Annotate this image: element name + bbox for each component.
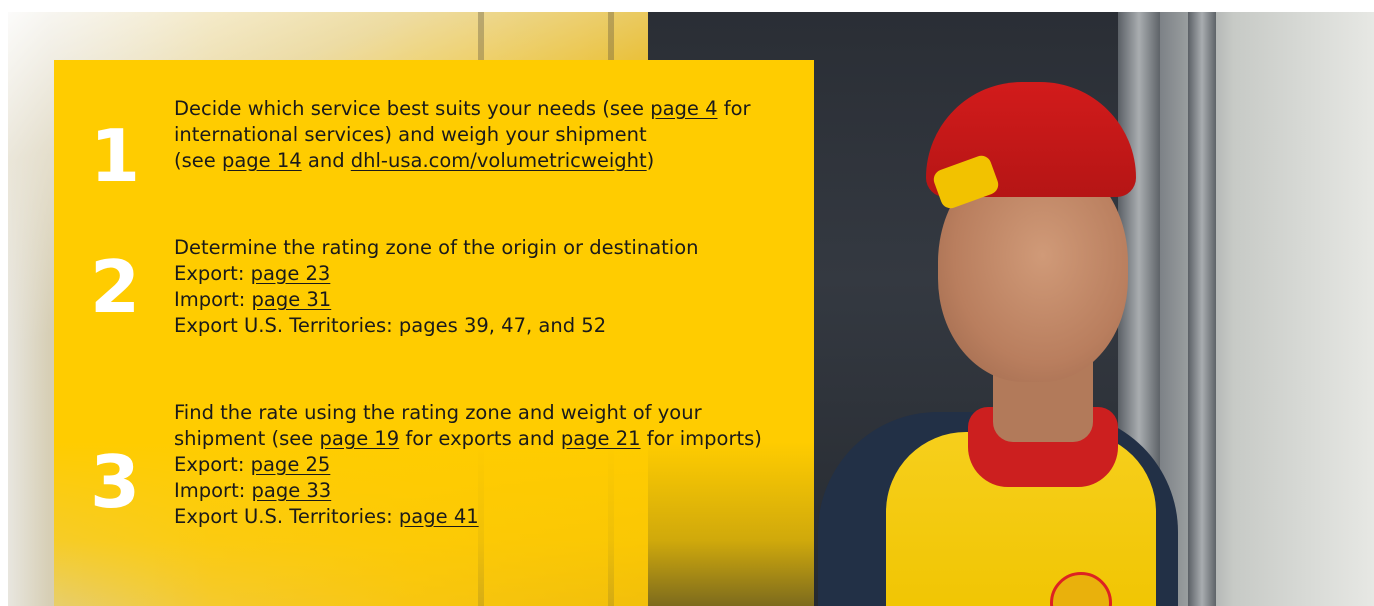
text: Export U.S. Territories: bbox=[174, 505, 399, 528]
page-25-link[interactable]: page 25 bbox=[251, 453, 331, 476]
text: and bbox=[301, 149, 351, 172]
page-31-link[interactable]: page 31 bbox=[252, 288, 332, 311]
step-number: 2 bbox=[90, 245, 141, 329]
text: (see bbox=[174, 149, 222, 172]
steps-panel: 1 Decide which service best suits your n… bbox=[54, 60, 814, 606]
text: Export: bbox=[174, 453, 251, 476]
page-21-link[interactable]: page 21 bbox=[561, 427, 641, 450]
step-text: Determine the rating zone of the origin … bbox=[174, 235, 809, 339]
step-line: Import: page 33 bbox=[174, 478, 809, 504]
step-line: Export: page 23 bbox=[174, 261, 809, 287]
step-line: Import: page 31 bbox=[174, 287, 809, 313]
step-line: Determine the rating zone of the origin … bbox=[174, 236, 699, 259]
step-text: Decide which service best suits your nee… bbox=[174, 96, 809, 174]
door-frame bbox=[1188, 12, 1216, 606]
text: Export: bbox=[174, 262, 251, 285]
step-line: Export U.S. Territories: page 41 bbox=[174, 504, 809, 530]
text: for imports) bbox=[640, 427, 762, 450]
text: Import: bbox=[174, 479, 252, 502]
page-4-link[interactable]: page 4 bbox=[650, 97, 717, 120]
text: for bbox=[717, 97, 751, 120]
step-line: shipment (see page 19 for exports and pa… bbox=[174, 426, 809, 452]
page-23-link[interactable]: page 23 bbox=[251, 262, 331, 285]
step-number: 1 bbox=[90, 114, 141, 198]
step-line: Export: page 25 bbox=[174, 452, 809, 478]
text: shipment (see bbox=[174, 427, 320, 450]
step-number: 3 bbox=[90, 440, 141, 524]
page-19-link[interactable]: page 19 bbox=[319, 427, 399, 450]
text: for exports and bbox=[399, 427, 561, 450]
step-text: Find the rate using the rating zone and … bbox=[174, 400, 809, 530]
step-line: international services) and weigh your s… bbox=[174, 123, 647, 146]
step-line: Decide which service best suits your nee… bbox=[174, 96, 809, 122]
step-line: (see page 14 and dhl-usa.com/volumetricw… bbox=[174, 148, 809, 174]
text: Import: bbox=[174, 288, 252, 311]
page-33-link[interactable]: page 33 bbox=[252, 479, 332, 502]
volumetric-weight-link[interactable]: dhl-usa.com/volumetricweight bbox=[351, 149, 647, 172]
text: Decide which service best suits your nee… bbox=[174, 97, 651, 120]
text: ) bbox=[646, 149, 655, 172]
step-line: Find the rate using the rating zone and … bbox=[174, 401, 702, 424]
page-14-link[interactable]: page 14 bbox=[222, 149, 302, 172]
step-line: Export U.S. Territories: pages 39, 47, a… bbox=[174, 314, 607, 337]
page-41-link[interactable]: page 41 bbox=[399, 505, 479, 528]
hero-photo: 1 Decide which service best suits your n… bbox=[8, 12, 1374, 606]
